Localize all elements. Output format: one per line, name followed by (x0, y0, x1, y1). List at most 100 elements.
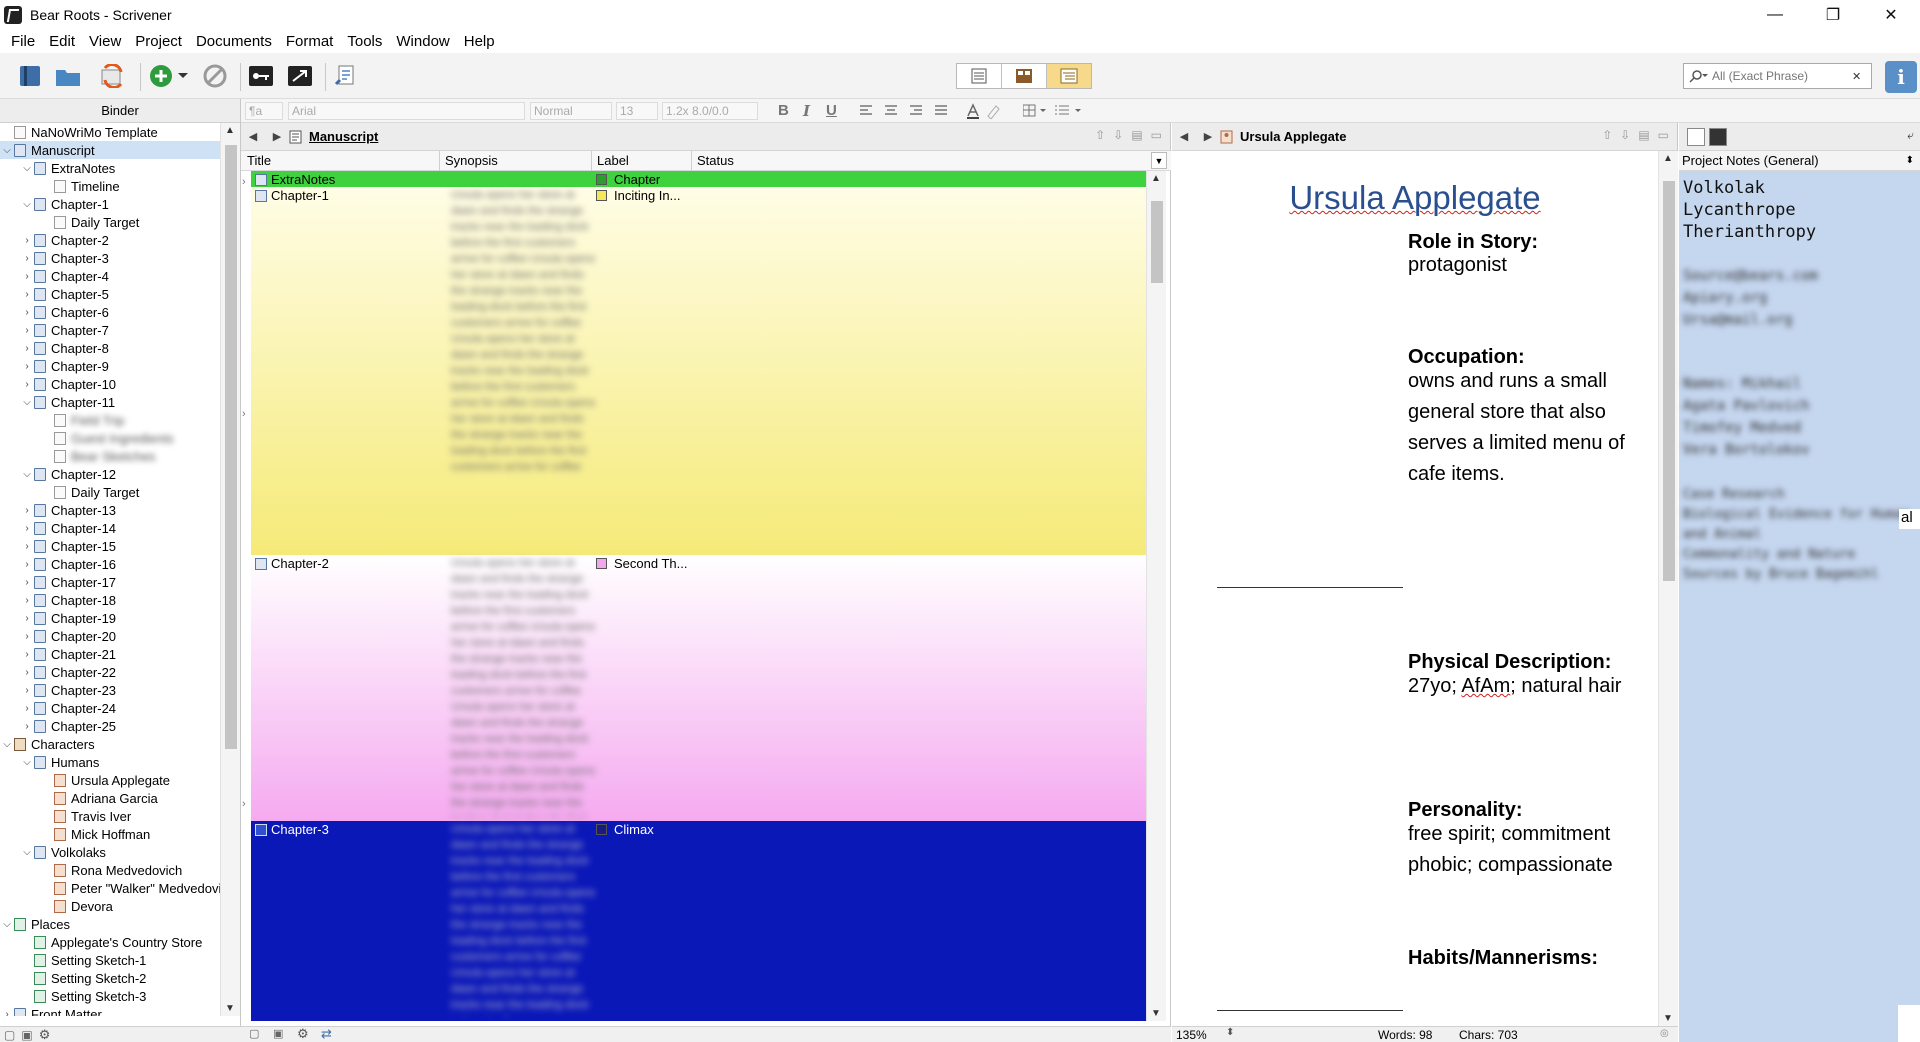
binder-item[interactable]: › Chapter-21 (0, 645, 220, 663)
row-title[interactable]: Chapter-2 (271, 556, 329, 571)
close-button[interactable]: ✕ (1862, 0, 1920, 29)
table-list-icons[interactable] (1023, 104, 1103, 118)
chevron-right-icon[interactable]: › (20, 271, 34, 282)
binder-item[interactable]: › Chapter-15 (0, 537, 220, 555)
forward-arrow-icon[interactable]: ▶ (1196, 130, 1220, 143)
binder-item[interactable]: ⌵ Manuscript (0, 141, 220, 159)
view-mode-outliner[interactable] (1047, 64, 1091, 88)
binder-item[interactable]: ⌵ Characters (0, 735, 220, 753)
binder-item[interactable]: Peter "Walker" Medvedovich (0, 879, 220, 897)
down-arrow-icon[interactable]: ⇩ (1620, 128, 1630, 142)
font-family-select[interactable]: Arial (288, 102, 525, 120)
swap-icon[interactable]: ⇄ (321, 1026, 332, 1042)
binder-item[interactable]: ⌵ Chapter-1 (0, 195, 220, 213)
chevron-right-icon[interactable]: › (20, 667, 34, 678)
chevron-down-icon[interactable]: ⌵ (20, 757, 34, 768)
menu-project[interactable]: Project (128, 33, 189, 50)
restore-button[interactable]: ❐ (1804, 0, 1862, 29)
gear-icon[interactable]: ⚙ (39, 1027, 51, 1042)
binder-item[interactable]: ⌵ ExtraNotes (0, 159, 220, 177)
paragraph-style-select[interactable]: ¶a (245, 102, 283, 120)
row-title[interactable]: Chapter-3 (271, 822, 329, 837)
chevron-right-icon[interactable]: › (20, 307, 34, 318)
underline-button[interactable]: U (826, 102, 837, 119)
scroll-down-icon[interactable]: ▼ (1663, 1013, 1673, 1024)
expand-arrow-icon[interactable]: › (242, 798, 246, 810)
gear-icon[interactable]: ⚙ (297, 1026, 309, 1042)
inspector-toggle-button[interactable]: i (1885, 61, 1917, 93)
scroll-down-icon[interactable]: ▼ (1151, 1008, 1161, 1019)
binder-item[interactable]: › Front Matter (0, 1005, 220, 1016)
binder-item[interactable]: › Chapter-9 (0, 357, 220, 375)
binder-item[interactable]: Field Trip (0, 411, 220, 429)
chevron-right-icon[interactable]: › (20, 649, 34, 660)
menu-file[interactable]: File (4, 33, 42, 50)
chevron-down-icon[interactable]: ⌵ (20, 397, 34, 408)
chevron-right-icon[interactable]: › (20, 541, 34, 552)
up-arrow-icon[interactable]: ⇧ (1602, 128, 1612, 142)
binder-item[interactable]: ⌵ Volkolaks (0, 843, 220, 861)
alignment-icons[interactable] (860, 105, 960, 117)
editor-scroll-thumb[interactable] (1663, 181, 1675, 581)
down-arrow-icon[interactable]: ⇩ (1113, 128, 1123, 142)
typeface-select[interactable]: Normal (530, 102, 612, 120)
bold-button[interactable]: B (778, 102, 789, 119)
col-label[interactable]: Label (597, 153, 629, 168)
notes-tab-icon[interactable] (1687, 128, 1705, 146)
lock-icon[interactable]: ⤶ (1907, 128, 1914, 143)
row-title[interactable]: Chapter-1 (271, 188, 329, 203)
binder-item[interactable]: Applegate's Country Store (0, 933, 220, 951)
binder-item[interactable]: Setting Sketch-2 (0, 969, 220, 987)
chevron-down-icon[interactable]: ⌵ (20, 163, 34, 174)
binder-item[interactable]: › Chapter-17 (0, 573, 220, 591)
row-synopsis[interactable]: Ursula opens her store at dawn and finds… (451, 187, 601, 551)
editor-text[interactable]: Ursula Applegate Role in Story: protagon… (1172, 151, 1658, 1026)
chevron-right-icon[interactable]: › (20, 559, 34, 570)
view-mode-document[interactable] (957, 64, 1002, 88)
scroll-up-icon[interactable]: ▲ (1151, 173, 1161, 184)
binder-item[interactable]: ⌵ Chapter-12 (0, 465, 220, 483)
binder-item[interactable]: Setting Sketch-3 (0, 987, 220, 1005)
binder-scroll-thumb[interactable] (225, 145, 237, 749)
expand-arrow-icon[interactable]: › (242, 176, 246, 188)
outliner-title[interactable]: Manuscript (309, 129, 378, 144)
menu-tools[interactable]: Tools (340, 33, 389, 50)
search-input[interactable] (1712, 69, 1850, 83)
column-menu-icon[interactable]: ▼ (1151, 152, 1167, 169)
binder-item[interactable]: Guest Ingredients (0, 429, 220, 447)
chevron-right-icon[interactable]: › (20, 685, 34, 696)
outliner-row[interactable]: Chapter-1 Inciting In... Ursula opens her … (251, 187, 1146, 555)
minimize-button[interactable]: — (1746, 0, 1804, 29)
binder-item[interactable]: Ursula Applegate (0, 771, 220, 789)
binder-scrollbar[interactable]: ▲ ▼ (220, 123, 240, 1016)
add-doc-icon[interactable]: ▢ (4, 1028, 15, 1042)
project-search[interactable]: ✕ (1683, 63, 1872, 89)
binder-item[interactable]: › Chapter-19 (0, 609, 220, 627)
keywords-button[interactable] (246, 61, 276, 91)
menu-format[interactable]: Format (279, 33, 341, 50)
binder-item[interactable]: › Chapter-20 (0, 627, 220, 645)
binder-item[interactable]: › Chapter-22 (0, 663, 220, 681)
sync-button[interactable] (98, 61, 128, 91)
chevron-right-icon[interactable]: › (20, 253, 34, 264)
add-doc-icon[interactable]: ▢ (249, 1027, 259, 1040)
add-item-dropdown[interactable] (176, 61, 190, 91)
chevron-down-icon[interactable]: ⌵ (20, 199, 34, 210)
forward-arrow-icon[interactable]: ▶ (265, 130, 289, 143)
binder-item[interactable]: Travis Iver (0, 807, 220, 825)
line-spacing-select[interactable]: 1.2x 8.0/0.0 (662, 102, 758, 120)
chevron-right-icon[interactable]: › (20, 343, 34, 354)
target-icon[interactable]: ◎ (1660, 1028, 1669, 1039)
trash-button[interactable] (200, 61, 230, 91)
menu-view[interactable]: View (82, 33, 128, 50)
bookmarks-tab-icon[interactable] (1709, 128, 1727, 146)
menu-documents[interactable]: Documents (189, 33, 279, 50)
binder-item[interactable]: › Chapter-18 (0, 591, 220, 609)
binder-item[interactable]: › Chapter-2 (0, 231, 220, 249)
chevron-down-icon[interactable]: ⌵ (20, 469, 34, 480)
binder-item[interactable]: › Chapter-6 (0, 303, 220, 321)
chevron-right-icon[interactable]: › (20, 703, 34, 714)
text-color-icon[interactable] (966, 103, 1006, 119)
notes-selector[interactable]: Project Notes (General) ⬍ (1679, 151, 1920, 171)
outliner-scrollbar[interactable]: ▲ ▼ (1146, 171, 1166, 1021)
